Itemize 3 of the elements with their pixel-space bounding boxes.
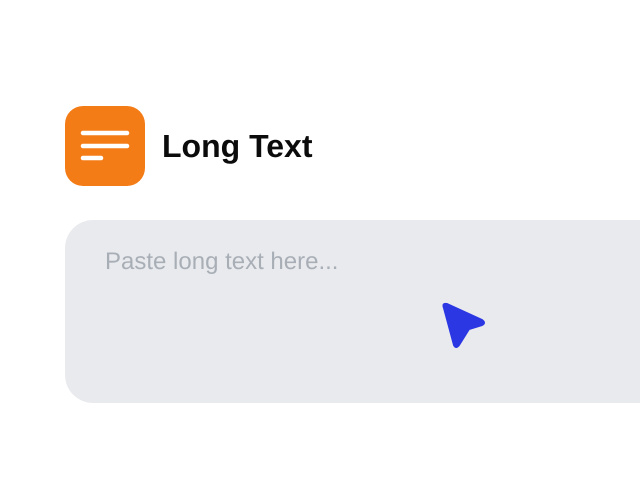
title: Long Text [162,128,312,164]
text-lines-icon [65,106,145,186]
text-input-field[interactable]: Paste long text here... [65,220,640,403]
